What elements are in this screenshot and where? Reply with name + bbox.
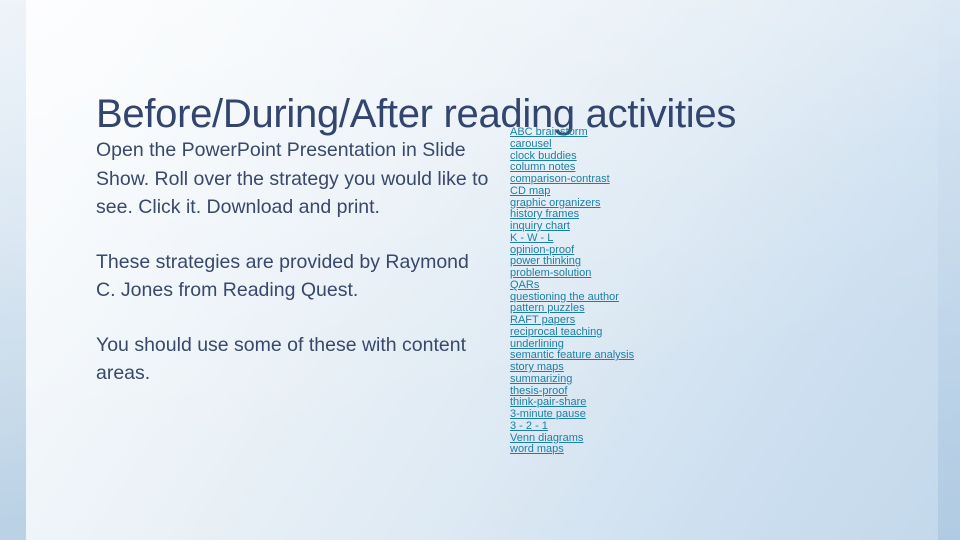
strategy-link[interactable]: QARs xyxy=(510,279,539,292)
strategy-links-list: ABC brainstorm carousel clock buddies co… xyxy=(510,126,840,456)
instructions-paragraph-2: These strategies are provided by Raymond… xyxy=(96,250,469,302)
strategy-link[interactable]: CD map xyxy=(510,185,550,198)
strategy-link[interactable]: comparison-contrast xyxy=(510,173,610,186)
strategy-link[interactable]: problem-solution xyxy=(510,267,591,280)
strategy-link[interactable]: 3-minute pause xyxy=(510,408,586,421)
instructions-paragraph-1: Open the PowerPoint Presentation in Slid… xyxy=(96,139,489,218)
strategy-link[interactable]: summarizing xyxy=(510,373,572,386)
strategy-link[interactable]: RAFT papers xyxy=(510,314,575,327)
instructions-paragraph-3: You should use some of these with conten… xyxy=(96,333,467,385)
strategy-link[interactable]: reciprocal teaching xyxy=(510,326,602,339)
slide-content: Before/During/After reading activities O… xyxy=(0,0,960,540)
presentation-slide: Before/During/After reading activities O… xyxy=(0,0,960,540)
strategy-link[interactable]: 3 - 2 - 1 xyxy=(510,420,548,433)
strategy-link[interactable]: carousel xyxy=(510,138,552,151)
strategy-link[interactable]: word maps xyxy=(510,443,564,456)
instructions-text-block: Open the PowerPoint Presentation in Slid… xyxy=(96,136,492,388)
strategy-link[interactable]: story maps xyxy=(510,361,564,374)
strategy-link[interactable]: K - W - L xyxy=(510,232,553,245)
strategy-link[interactable]: inquiry chart xyxy=(510,220,570,233)
strategy-link[interactable]: ABC brainstorm xyxy=(510,126,588,139)
